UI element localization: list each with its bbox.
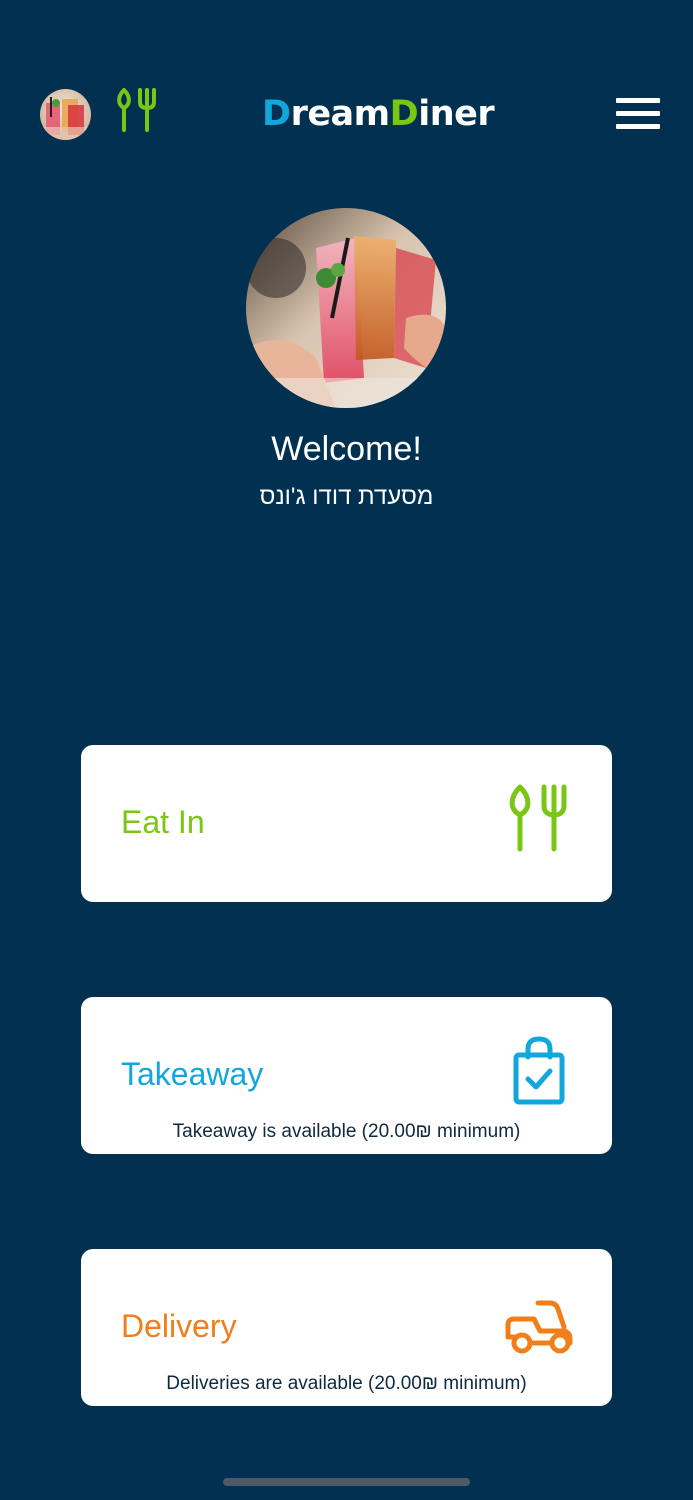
takeaway-option-card[interactable]: Takeaway Takeaway is available (20.00₪ m… [81,997,612,1154]
delivery-label: Delivery [121,1308,237,1344]
restaurant-avatar-small[interactable] [40,89,91,140]
home-indicator[interactable] [223,1478,470,1486]
app-header: DreamDiner [0,80,693,150]
utensils-icon [117,88,156,132]
restaurant-avatar [246,208,446,408]
delivery-minimum-note: Deliveries are available (20.00₪ minimum… [166,1373,527,1394]
delivery-option-card[interactable]: Delivery Deliveries are available (20.00… [81,1249,612,1406]
menu-icon-bar-1 [616,98,660,103]
shopping-bag-icon [513,1036,565,1105]
hamburger-menu-button[interactable] [612,94,664,134]
eat-in-label: Eat In [121,804,205,840]
restaurant-name: מסעדת דודו ג'ונס [259,483,434,510]
menu-icon-bar-2 [616,111,660,116]
takeaway-minimum-note: Takeaway is available (20.00₪ minimum) [172,1121,521,1142]
scooter-icon [505,1300,573,1354]
drinks-photo-thumbnail [40,89,91,140]
utensils-icon [509,784,567,852]
drinks-photo [246,208,446,408]
dreamdiner-logo: DreamDiner [262,94,495,134]
eat-in-option-card[interactable]: Eat In [81,745,612,902]
menu-icon-bar-3 [616,124,660,129]
takeaway-label: Takeaway [121,1056,264,1092]
welcome-heading: Welcome! [271,430,422,468]
